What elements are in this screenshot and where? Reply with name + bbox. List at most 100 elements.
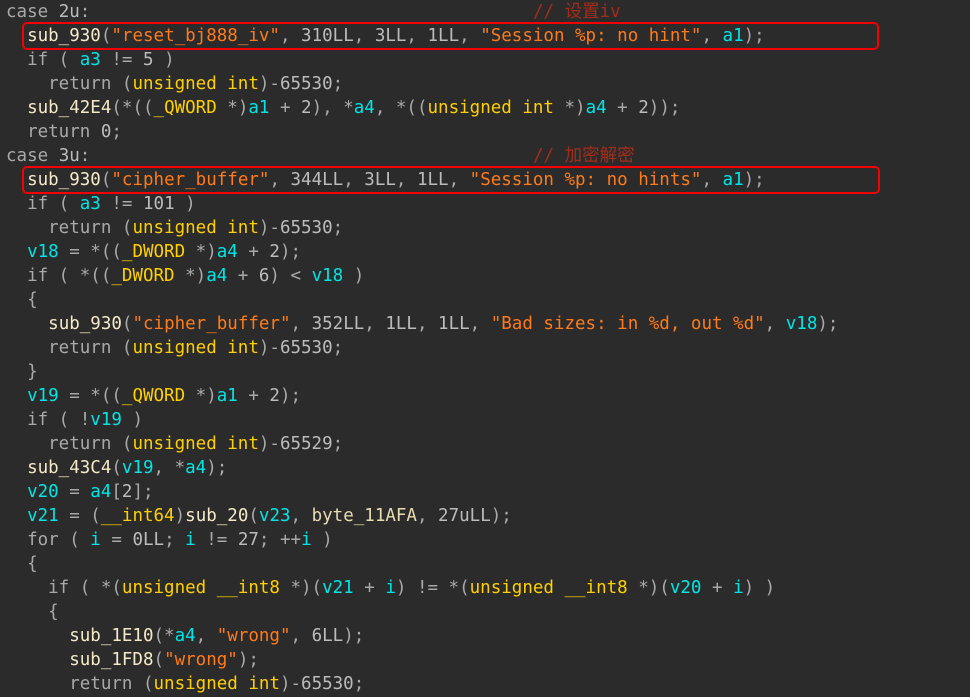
code-line[interactable]: sub_43C4(v19, *a4);	[0, 456, 970, 480]
code-line[interactable]: case 2u:	[0, 0, 970, 24]
code-token-plain: ,	[290, 626, 312, 646]
code-token-plain: );	[490, 506, 512, 526]
code-token-plain: ,	[353, 26, 375, 46]
code-token-num: 27uLL	[438, 506, 491, 526]
code-token-plain: +	[269, 98, 302, 118]
code-token-var: a4	[185, 458, 207, 478]
code-line[interactable]: return (unsigned int)-65529;	[0, 432, 970, 456]
code-token-plain: +	[353, 578, 386, 598]
code-line[interactable]: v20 = a4[2];	[0, 480, 970, 504]
code-line[interactable]: case 3u:	[0, 144, 970, 168]
code-line[interactable]: {	[0, 600, 970, 624]
code-token-fn: sub_43C4	[27, 458, 112, 478]
code-token-plain: =	[100, 530, 133, 550]
code-token-plain: if ( *(	[6, 578, 122, 598]
code-token-plain: )-	[258, 218, 280, 238]
code-token-str: "cipher_buffer"	[111, 170, 270, 190]
code-token-var: v18	[311, 266, 344, 286]
code-token-plain: [	[111, 482, 122, 502]
code-line[interactable]: return (unsigned int)-65530;	[0, 336, 970, 360]
code-token-plain: ,	[416, 314, 439, 334]
code-line[interactable]: if ( a3 != 5 )	[0, 48, 970, 72]
code-token-str: "reset_bj888_iv"	[111, 26, 280, 46]
code-line[interactable]: sub_930("cipher_buffer", 352LL, 1LL, 1LL…	[0, 312, 970, 336]
code-line[interactable]: {	[0, 552, 970, 576]
code-line[interactable]: for ( i = 0LL; i != 27; ++i )	[0, 528, 970, 552]
code-token-plain: (	[153, 650, 165, 670]
code-token-plain: ;	[332, 218, 344, 238]
code-token-plain: ,	[764, 314, 786, 334]
code-line[interactable]: {	[0, 288, 970, 312]
code-token-plain: (*	[153, 626, 175, 646]
code-token-var: v20	[27, 482, 59, 502]
code-line[interactable]: return (unsigned int)-65530;	[0, 216, 970, 240]
code-token-plain: return	[6, 122, 101, 142]
code-token-var: v19	[121, 458, 154, 478]
code-token-plain: ;	[332, 74, 344, 94]
code-token-num: 2	[638, 98, 649, 118]
pseudocode-editor[interactable]: case 2u: sub_930("reset_bj888_iv", 310LL…	[0, 0, 970, 697]
code-token-var: i	[185, 530, 196, 550]
code-line[interactable]: return (unsigned int)-65530;	[0, 672, 970, 696]
code-token-num: 0	[100, 122, 112, 142]
code-line[interactable]: sub_930("cipher_buffer", 344LL, 3LL, 1LL…	[0, 168, 970, 192]
code-token-num: 65529	[279, 434, 333, 454]
code-token-plain: !=	[100, 50, 143, 70]
code-token-num: 6LL	[311, 626, 344, 646]
code-token-plain: ,	[448, 170, 470, 190]
code-line[interactable]: sub_1FD8("wrong");	[0, 648, 970, 672]
code-token-plain: *)	[174, 266, 207, 286]
code-token-fn: sub_930	[27, 170, 101, 190]
code-token-plain: ,	[290, 506, 312, 526]
code-token-plain: if ( !	[6, 410, 91, 430]
code-token-num: 1LL	[385, 314, 417, 334]
code-token-var: a1	[248, 98, 270, 118]
code-line[interactable]: sub_42E4(*((_QWORD *)a1 + 2), *a4, *((un…	[0, 96, 970, 120]
code-token-plain: ) != *(	[395, 578, 470, 598]
code-token-str: "cipher_buffer"	[132, 314, 291, 334]
code-line[interactable]: v19 = *((_QWORD *)a1 + 2);	[0, 384, 970, 408]
code-line[interactable]: return (unsigned int)-65530;	[0, 72, 970, 96]
code-token-kw: _DWORD	[111, 266, 175, 286]
code-token-plain: )-	[258, 338, 280, 358]
code-line[interactable]: if ( *(unsigned __int8 *)(v21 + i) != *(…	[0, 576, 970, 600]
code-token-plain: ,	[459, 26, 481, 46]
code-line[interactable]: }	[0, 360, 970, 384]
code-token-fn: sub_1FD8	[69, 650, 154, 670]
code-line[interactable]: sub_1E10(*a4, "wrong", 6LL);	[0, 624, 970, 648]
code-line[interactable]: if ( *((_DWORD *)a4 + 6) < v18 )	[0, 264, 970, 288]
code-token-var: v20	[669, 578, 702, 598]
code-token-var: v21	[322, 578, 354, 598]
code-token-var: a4	[174, 626, 196, 646]
code-line[interactable]: sub_930("reset_bj888_iv", 310LL, 3LL, 1L…	[0, 24, 970, 48]
code-token-var: v19	[90, 410, 122, 430]
code-token-plain: = *((	[58, 242, 122, 262]
code-token-num: 1LL	[438, 314, 470, 334]
code-token-kw: unsigned int	[132, 434, 259, 454]
code-token-plain: (	[100, 26, 112, 46]
code-token-num: 6	[258, 266, 270, 286]
code-token-plain: = *((	[58, 386, 122, 406]
code-token-str: "wrong"	[164, 650, 238, 670]
code-token-num: 3LL	[374, 26, 407, 46]
code-token-num: 65530	[279, 218, 333, 238]
code-token-var: v18	[27, 242, 59, 262]
code-line[interactable]: if ( a3 != 101 )	[0, 192, 970, 216]
code-token-var: v21	[27, 506, 59, 526]
code-token-var: a4	[353, 98, 375, 118]
code-token-kw: unsigned int	[132, 74, 259, 94]
code-token-str: "wrong"	[216, 626, 291, 646]
code-token-plain: );	[817, 314, 839, 334]
code-token-plain: ,	[701, 170, 723, 190]
code-token-num: 5	[143, 50, 154, 70]
code-line[interactable]: v21 = (__int64)sub_20(v23, byte_11AFA, 2…	[0, 504, 970, 528]
code-token-plain: !=	[100, 194, 143, 214]
code-line[interactable]: return 0;	[0, 120, 970, 144]
code-line[interactable]: v18 = *((_DWORD *)a4 + 2);	[0, 240, 970, 264]
code-token-num: 65530	[279, 74, 333, 94]
code-token-var: a4	[206, 266, 228, 286]
code-line[interactable]: if ( !v19 )	[0, 408, 970, 432]
